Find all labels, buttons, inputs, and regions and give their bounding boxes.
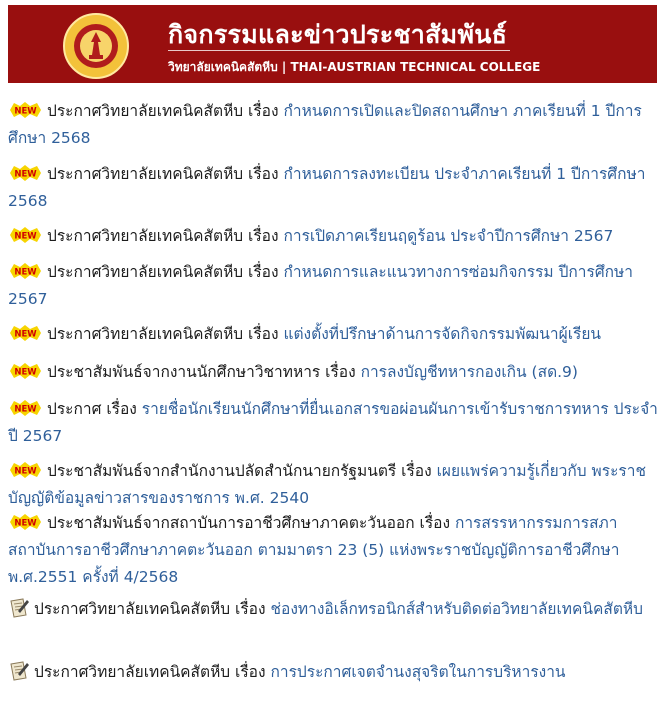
news-prefix: ประกาศวิทยาลัยเทคนิคสัตหีบ เรื่อง [47, 227, 284, 245]
news-item: NEW ประกาศวิทยาลัยเทคนิคสัตหีบ เรื่อง กำ… [8, 161, 660, 215]
new-badge-icon: NEW [10, 400, 41, 416]
page-title: กิจกรรมและข่าวประชาสัมพันธ์ [168, 20, 508, 49]
news-item: NEW ประชาสัมพันธ์จากงานนักศึกษาวิชาทหาร … [8, 359, 660, 386]
news-item: ประกาศวิทยาลัยเทคนิคสัตหีบ เรื่อง การประ… [8, 659, 660, 686]
news-item: NEW ประชาสัมพันธ์จากสถาบันการอาชีวศึกษาภ… [8, 510, 660, 591]
new-badge-text: NEW [14, 330, 37, 340]
news-item: NEW ประกาศ เรื่อง รายชื่อนักเรียนนักศึกษ… [8, 396, 660, 450]
new-badge-icon: NEW [10, 227, 41, 243]
news-prefix: ประชาสัมพันธ์จากสำนักงานปลัดสำนักนายกรัฐ… [47, 462, 437, 480]
news-prefix: ประกาศ เรื่อง [47, 400, 142, 418]
college-seal-logo [63, 13, 129, 79]
new-badge-icon: NEW [10, 165, 41, 181]
new-badge-icon: NEW [10, 102, 41, 118]
news-item: NEW ประกาศวิทยาลัยเทคนิคสัตหีบ เรื่อง แต… [8, 321, 660, 348]
news-link[interactable]: การเปิดภาคเรียนฤดูร้อน ประจำปีการศึกษา 2… [284, 227, 614, 245]
new-badge-icon: NEW [10, 462, 41, 478]
new-badge-text: NEW [14, 107, 37, 117]
news-item: NEW ประกาศวิทยาลัยเทคนิคสัตหีบ เรื่อง กา… [8, 223, 660, 250]
header-subtitle: วิทยาลัยเทคนิคสัตหีบ | THAI-AUSTRIAN TEC… [168, 60, 541, 74]
new-badge-icon: NEW [10, 263, 41, 279]
news-prefix: ประกาศวิทยาลัยเทคนิคสัตหีบ เรื่อง [47, 263, 284, 281]
new-badge-text: NEW [14, 467, 37, 477]
news-prefix: ประชาสัมพันธ์จากสถาบันการอาชีวศึกษาภาคตะ… [47, 514, 455, 532]
news-prefix: ประกาศวิทยาลัยเทคนิคสัตหีบ เรื่อง [47, 165, 284, 183]
news-link[interactable]: ช่องทางอิเล็กทรอนิกส์สำหรับติดต่อวิทยาลั… [271, 600, 643, 618]
new-badge-icon: NEW [10, 514, 41, 530]
news-link[interactable]: การลงบัญชีทหารกองเกิน (สด.9) [361, 363, 578, 381]
new-badge-text: NEW [14, 170, 37, 180]
new-badge-text: NEW [14, 519, 37, 529]
news-prefix: ประกาศวิทยาลัยเทคนิคสัตหีบ เรื่อง [34, 663, 271, 681]
news-prefix: ประกาศวิทยาลัยเทคนิคสัตหีบ เรื่อง [47, 325, 284, 343]
new-badge-icon: NEW [10, 363, 41, 379]
document-pen-icon [10, 661, 29, 681]
new-badge-text: NEW [14, 268, 37, 278]
new-badge-text: NEW [14, 405, 37, 415]
document-pen-icon [10, 598, 29, 618]
news-item: NEW ประกาศวิทยาลัยเทคนิคสัตหีบ เรื่อง กำ… [8, 98, 660, 152]
new-badge-text: NEW [14, 368, 37, 378]
news-item: NEW ประชาสัมพันธ์จากสำนักงานปลัดสำนักนาย… [8, 458, 660, 512]
header-divider [168, 50, 510, 51]
new-badge-text: NEW [14, 232, 37, 242]
page-header: กิจกรรมและข่าวประชาสัมพันธ์ วิทยาลัยเทคน… [8, 5, 657, 83]
news-prefix: ประกาศวิทยาลัยเทคนิคสัตหีบ เรื่อง [47, 102, 284, 120]
new-badge-icon: NEW [10, 325, 41, 341]
news-prefix: ประกาศวิทยาลัยเทคนิคสัตหีบ เรื่อง [34, 600, 271, 618]
news-link[interactable]: แต่งตั้งที่ปรึกษาด้านการจัดกิจกรรมพัฒนาผ… [284, 325, 602, 343]
news-link[interactable]: การประกาศเจตจำนงสุจริตในการบริหารงาน [271, 663, 566, 681]
news-item: NEW ประกาศวิทยาลัยเทคนิคสัตหีบ เรื่อง กำ… [8, 259, 660, 313]
news-prefix: ประชาสัมพันธ์จากงานนักศึกษาวิชาทหาร เรื่… [47, 363, 361, 381]
news-item: ประกาศวิทยาลัยเทคนิคสัตหีบ เรื่อง ช่องทา… [8, 596, 660, 623]
